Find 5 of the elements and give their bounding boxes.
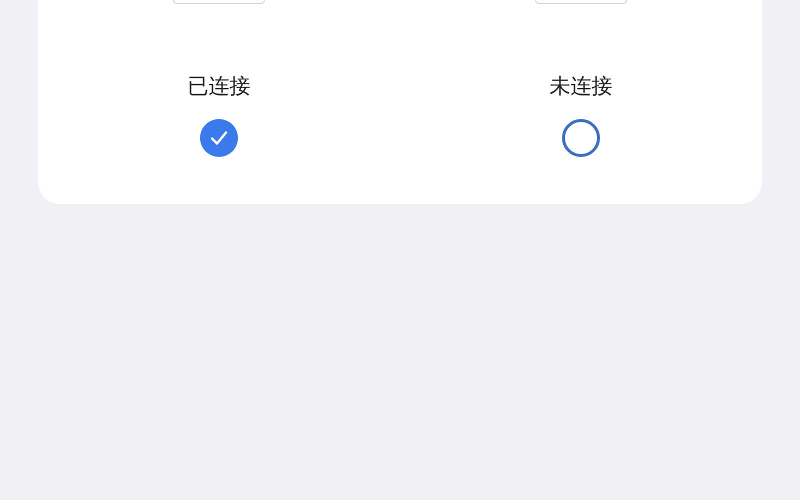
option-label: 已连接: [188, 73, 250, 99]
radio-button[interactable]: [562, 119, 600, 157]
check-icon: [210, 131, 228, 145]
option-label: 未连接: [550, 73, 612, 99]
radio-button[interactable]: [200, 119, 238, 157]
